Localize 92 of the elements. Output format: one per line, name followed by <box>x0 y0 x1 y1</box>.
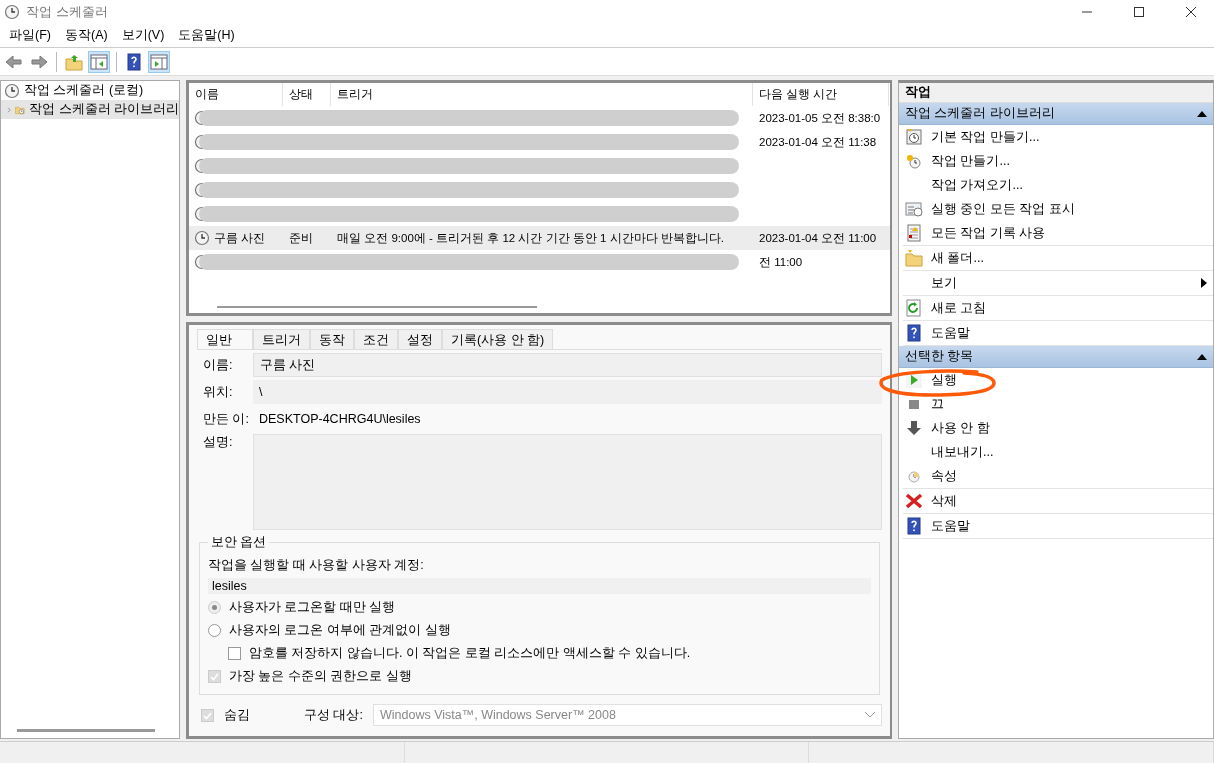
check-icon <box>210 672 219 681</box>
column-header[interactable]: 트리거 <box>331 83 753 106</box>
section-header[interactable]: 선택한 항목 <box>899 346 1213 368</box>
radio-button[interactable] <box>208 624 221 637</box>
scrollbar[interactable] <box>217 306 537 308</box>
forward-icon[interactable] <box>30 52 48 71</box>
tab[interactable]: 기록(사용 안 함) <box>442 329 554 349</box>
dropdown[interactable]: Windows Vista™, Windows Server™ 2008 <box>372 704 882 726</box>
calendar-clock-icon <box>905 128 923 146</box>
help-icon <box>905 324 923 342</box>
collapse-arrow-icon <box>1197 353 1207 360</box>
action-item[interactable]: 실행 <box>903 368 1213 392</box>
action-item[interactable]: 작업 가져오기... <box>903 173 1213 197</box>
input-field[interactable]: \ <box>253 380 882 404</box>
tab[interactable]: 설정 <box>398 329 442 349</box>
window-title: 작업 스케줄러 <box>26 3 109 21</box>
tree-item[interactable]: 작업 스케줄러 라이브러리 <box>1 100 179 119</box>
help-icon[interactable] <box>125 52 143 71</box>
table-cell-text: 2023-01-04 오전 11:00 <box>758 230 878 246</box>
menu-item[interactable]: 도움말(H) <box>171 25 242 46</box>
delete-icon <box>905 492 923 510</box>
menu-item[interactable]: 보기(V) <box>114 25 172 46</box>
check-icon <box>203 710 212 720</box>
tab[interactable]: 조건 <box>354 329 398 349</box>
table-cell-text: 2023-01-05 오전 8:38:0 <box>758 110 882 126</box>
action-item[interactable]: 작업 만들기... <box>903 149 1213 173</box>
action-item[interactable]: 새 폴더... <box>903 246 1213 270</box>
field-label: 작업을 실행할 때 사용할 사용자 계정: <box>208 557 425 574</box>
collapse-arrow-icon <box>1197 110 1207 117</box>
table-row[interactable]: 구름 사진 준비 매일 오전 9:00에 - 트리거된 후 12 시간 기간 동안 1 시간마다 반복합니다. 2023-01-04 오전 11:00 <box>189 226 890 250</box>
menu-item[interactable]: 파일(F) <box>2 25 58 46</box>
action-item[interactable]: 끄 <box>903 392 1213 416</box>
checkbox-label: 숨김 <box>224 706 251 724</box>
section-header[interactable]: 작업 스케줄러 라이브러리 <box>899 103 1213 125</box>
action-item[interactable]: 내보내기... <box>903 440 1213 464</box>
action-item[interactable]: 실행 중인 모든 작업 표시 <box>903 197 1213 221</box>
app-icon <box>4 4 20 20</box>
chevron-right-icon[interactable] <box>7 104 12 115</box>
submenu-arrow-icon <box>1201 278 1207 288</box>
clock-icon <box>194 230 210 246</box>
action-item[interactable]: 새로 고침 <box>903 296 1213 320</box>
field-label: 설명: <box>202 434 234 451</box>
field-label: 위치: <box>202 383 234 401</box>
checkbox[interactable] <box>228 647 241 660</box>
table-cell-text: 매일 오전 9:00에 - 트리거된 후 12 시간 기간 동안 1 시간마다 반복합니다. <box>336 230 725 246</box>
field-label: 구성 대상: <box>304 706 363 724</box>
input-field[interactable]: 구름 사진 <box>253 353 882 377</box>
action-item[interactable]: 보기 <box>903 271 1213 295</box>
action-item[interactable]: 도움말 <box>903 514 1213 538</box>
action-item[interactable]: 삭제 <box>903 489 1213 513</box>
refresh-icon <box>905 299 923 317</box>
table-cell-text: 전 11:00 <box>758 254 804 270</box>
column-header[interactable]: 이름 <box>189 83 283 106</box>
menu-item[interactable]: 동작(A) <box>57 25 115 46</box>
field-value: DESKTOP-4CHRG4U\lesiles <box>258 411 422 428</box>
folder-up-icon[interactable] <box>65 52 83 71</box>
column-header[interactable]: 다음 실행 시간 <box>753 83 889 106</box>
group-title: 보안 옵션 <box>208 534 270 551</box>
tree-item[interactable]: 작업 스케줄러 (로컬) <box>1 81 179 100</box>
option-label: 사용자가 로그온할 때만 실행 <box>229 599 396 616</box>
field-label: 만든 이: <box>202 410 250 428</box>
tab[interactable]: 일반 <box>197 329 253 349</box>
log-icon <box>905 224 923 242</box>
clock-icon <box>905 152 923 170</box>
column-header[interactable]: 상태 <box>283 83 331 106</box>
action-item[interactable]: 사용 안 함 <box>903 416 1213 440</box>
action-item[interactable]: 기본 작업 만들기... <box>903 125 1213 149</box>
option-label: 가장 높은 수준의 권한으로 실행 <box>229 668 412 685</box>
action-item[interactable]: 도움말 <box>903 321 1213 345</box>
down-arrow-icon <box>905 419 923 437</box>
option-label: 사용자의 로그온 여부에 관계없이 실행 <box>229 622 451 639</box>
field-value: lesiles <box>208 578 871 594</box>
close-icon <box>1186 7 1196 17</box>
tab[interactable]: 동작 <box>310 329 354 349</box>
table-cell: 구름 사진 <box>214 230 266 246</box>
action-item[interactable]: 모든 작업 기록 사용 <box>903 221 1213 245</box>
pane-icon[interactable] <box>150 52 168 71</box>
field-label: 이름: <box>202 356 234 374</box>
scrollbar[interactable] <box>17 729 155 732</box>
option-label: 암호를 저장하지 않습니다. 이 작업은 로컬 리소스에만 액세스할 수 있습니다. <box>249 645 691 662</box>
folder-icon <box>905 249 923 267</box>
pane-icon[interactable] <box>90 52 108 71</box>
pane-title: 작업 <box>899 83 1213 103</box>
task-list-icon <box>905 200 923 218</box>
table-cell-text: 2023-01-04 오전 11:38 <box>758 134 878 150</box>
action-item[interactable]: 속성 <box>903 464 1213 488</box>
tab[interactable]: 트리거 <box>253 329 310 349</box>
maximize-icon <box>1134 7 1144 17</box>
table-cell-text: 준비 <box>288 230 314 246</box>
help-icon <box>905 517 923 535</box>
back-icon[interactable] <box>5 52 23 71</box>
chevron-down-icon <box>865 712 875 718</box>
